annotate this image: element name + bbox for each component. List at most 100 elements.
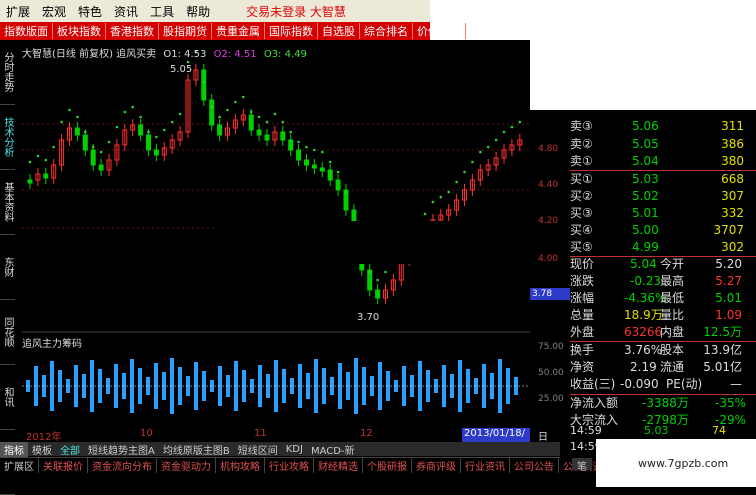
menu-news[interactable]: 资讯 <box>108 3 144 20</box>
stat-value: -0.090 <box>620 377 659 391</box>
candle-body <box>335 179 341 191</box>
ma-dot <box>289 130 293 134</box>
tab-intl-index[interactable]: 国际指数 <box>265 23 318 39</box>
ask-row-2: 卖② 5.05 386 <box>570 136 756 153</box>
link-industry-strategy[interactable]: 行业攻略 <box>265 457 314 473</box>
menu-bar: 扩展 宏观 特色 资讯 工具 帮助 交易未登录 大智慧 <box>0 0 430 22</box>
tab-precious-metals[interactable]: 贵重金属 <box>212 23 265 39</box>
bid-row-4: 买④ 5.00 3707 <box>570 222 756 239</box>
sidebar-item-technical[interactable]: 技术分析 <box>0 105 15 170</box>
tab-sector-index[interactable]: 板块指数 <box>53 23 106 39</box>
ma-dot <box>226 108 229 112</box>
candle-body <box>82 134 88 151</box>
stat-label: 总量 <box>570 308 595 322</box>
link-finance-picks[interactable]: 财经精选 <box>314 457 363 473</box>
bid-label: 买① <box>570 172 593 186</box>
tab-trades[interactable]: 笔 <box>572 458 592 473</box>
legend-o3: O3: 4.49 <box>263 49 307 60</box>
tab-trend-a[interactable]: 短线趋势主图A <box>84 442 159 457</box>
stat-label: PE(动) <box>666 377 703 391</box>
stat-value: 2.19 <box>630 360 657 374</box>
stat-label: 量比 <box>660 308 685 322</box>
tab-index-futures[interactable]: 股指期货 <box>159 23 212 39</box>
ma-dot <box>155 135 158 139</box>
tick-row: 14:59 5.03 74 <box>570 422 756 439</box>
stat-label: 收益(三) <box>570 377 616 391</box>
ma-dot <box>344 190 348 194</box>
candle-body <box>98 164 104 171</box>
stat-label: 换手 <box>570 343 595 357</box>
sidebar-item-intraday[interactable]: 分时走势 <box>0 40 15 105</box>
bid-label: 买④ <box>570 223 593 237</box>
ask-label: 卖③ <box>570 119 593 133</box>
link-extend[interactable]: 扩展区 <box>0 457 39 473</box>
link-inst-strategy[interactable]: 机构攻略 <box>216 457 265 473</box>
sidebar-item-eastmoney[interactable]: 东财 <box>0 235 15 300</box>
low-price-label: 3.70 <box>357 312 380 323</box>
login-notice[interactable]: 交易未登录 大智慧 <box>240 3 352 20</box>
sidebar-item-hexun[interactable]: 和讯 <box>0 365 15 430</box>
stat-label: 现价 <box>570 257 595 271</box>
ma-dot <box>281 120 285 124</box>
menu-feature[interactable]: 特色 <box>72 3 108 20</box>
ma-dot <box>297 140 300 144</box>
menu-help[interactable]: 帮助 <box>180 3 216 20</box>
candle-body <box>90 149 96 166</box>
link-company-notice[interactable]: 公司公告 <box>510 457 559 473</box>
menu-macro[interactable]: 宏观 <box>36 3 72 20</box>
sidebar-item-fundamental[interactable]: 基本资料 <box>0 170 15 235</box>
tab-watchlist[interactable]: 自选股 <box>318 23 360 39</box>
sidebar-item-ths[interactable]: 同花顺 <box>0 300 15 365</box>
menu-tools[interactable]: 工具 <box>144 3 180 20</box>
sub-tick-75: 75.00 <box>538 342 564 352</box>
link-broker-rating[interactable]: 券商评级 <box>412 457 461 473</box>
stat-label: 最高 <box>660 274 685 288</box>
bid-label: 买⑤ <box>570 240 593 254</box>
tab-hk-index[interactable]: 香港指数 <box>106 23 159 39</box>
stat-value: 5.20 <box>715 257 742 271</box>
ask-price: 5.06 <box>632 119 659 133</box>
flow-value: -3388万 <box>642 396 689 410</box>
tab-index-layout[interactable]: 指数版面 <box>0 23 53 39</box>
left-sidebar: 分时走势 技术分析 基本资料 东财 同花顺 和讯 钱龙 <box>0 40 22 495</box>
ma-dot <box>107 140 111 144</box>
tab-kdj[interactable]: KDJ <box>282 444 307 455</box>
link-fund-flow[interactable]: 资金流向分布 <box>88 457 157 473</box>
stat-value: 5.04 <box>630 257 657 271</box>
ma-dot <box>242 95 245 99</box>
link-related-quote[interactable]: 关联报价 <box>39 457 88 473</box>
link-stock-research[interactable]: 个股研报 <box>363 457 412 473</box>
stat-value: 63266 <box>624 325 663 339</box>
candle-body <box>146 134 151 151</box>
ma-dot <box>210 105 213 109</box>
stat-row: 总量 18.9万 量比 1.09 <box>570 307 756 324</box>
tab-all[interactable]: 全部 <box>56 442 84 457</box>
candle-body <box>217 124 223 136</box>
candle-body <box>375 289 381 299</box>
tab-template[interactable]: 模板 <box>28 442 56 457</box>
tab-ma-b[interactable]: 均线原版主图B <box>159 442 234 457</box>
high-price-label: 5.05 <box>170 64 193 75</box>
tab-ranking[interactable]: 综合排名 <box>360 23 413 39</box>
tab-short-range[interactable]: 短线区间 <box>234 442 282 457</box>
tab-indicator[interactable]: 指标 <box>0 441 28 457</box>
candle-body <box>138 124 144 136</box>
stat-row: 涨跌 -0.23 最高 5.27 <box>570 273 756 290</box>
menu-extend[interactable]: 扩展 <box>0 3 36 20</box>
candle-body <box>201 69 207 101</box>
ma-dot <box>170 120 174 124</box>
candle-body <box>327 169 333 181</box>
ma-dot <box>265 120 269 124</box>
sub-tick-25: 25.00 <box>538 394 564 404</box>
stat-value: 18.9万 <box>624 308 663 322</box>
stat-value: 3.76% <box>624 343 663 357</box>
ma-dot <box>139 115 142 119</box>
ma-dot <box>147 130 150 134</box>
bid-row-3: 买③ 5.01 332 <box>570 205 756 222</box>
link-industry-news[interactable]: 行业资讯 <box>461 457 510 473</box>
tab-macd[interactable]: MACD-新 <box>307 442 359 457</box>
link-fund-drive[interactable]: 资金驱动力 <box>157 457 216 473</box>
tab-value-invest[interactable]: 价值投资 <box>413 23 466 39</box>
stat-label: 今开 <box>660 257 685 271</box>
ma-dot <box>60 120 63 124</box>
